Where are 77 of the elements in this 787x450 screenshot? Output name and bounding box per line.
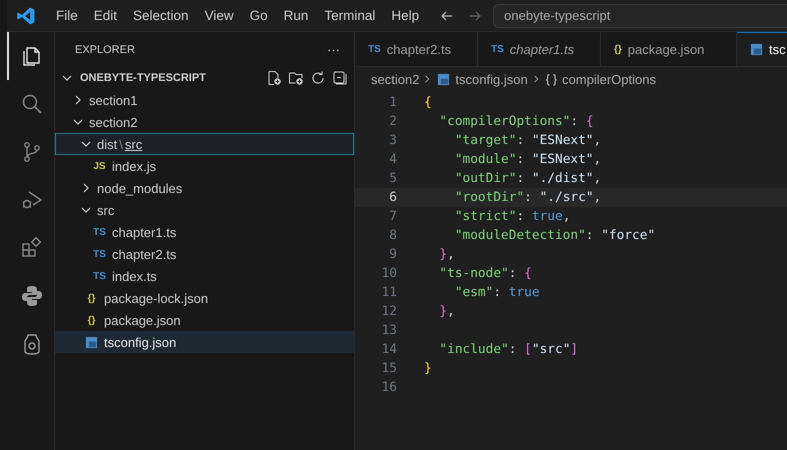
menu-item[interactable]: Go: [242, 8, 276, 23]
new-folder-icon[interactable]: [288, 70, 304, 86]
file-type-icon: TS: [93, 226, 106, 238]
menu-item[interactable]: Selection: [125, 8, 197, 23]
code-line: "rootDir": "./src",: [454, 190, 602, 205]
code-line: "compilerOptions": {: [438, 114, 594, 129]
editor-tab[interactable]: tsc: [737, 32, 787, 66]
editor-tab[interactable]: TS chapter1.ts: [478, 32, 601, 66]
panel-title: EXPLORER: [75, 44, 135, 56]
tree-item[interactable]: chapter1.ts: [112, 224, 176, 240]
code-line: "strict": true,: [454, 209, 570, 224]
code-line: },: [438, 247, 455, 262]
tree-item[interactable]: package-lock.json: [104, 290, 208, 306]
line-number: 15: [380, 361, 398, 376]
tree-item[interactable]: tsconfig.json: [104, 334, 176, 350]
menu-item[interactable]: Terminal: [316, 8, 384, 23]
file-type-icon: {}: [88, 314, 96, 326]
tree-item[interactable]: src: [97, 202, 114, 218]
tree-item[interactable]: chapter2.ts: [112, 246, 176, 262]
file-type-icon: JS: [93, 160, 106, 172]
menu-item[interactable]: File: [48, 8, 86, 23]
line-number: 10: [380, 266, 398, 281]
config-file-icon: [750, 43, 763, 56]
code-line: "target": "ESNext",: [454, 133, 602, 148]
tree-item[interactable]: node_modules: [97, 180, 182, 196]
tree-item[interactable]: section1: [89, 92, 138, 108]
breadcrumb-item[interactable]: section2: [371, 72, 420, 86]
file-type-icon: TS: [93, 270, 106, 282]
config-file-icon: [437, 72, 450, 86]
workspace-title[interactable]: ONEBYTE-TYPESCRIPT: [80, 72, 266, 84]
tree-item[interactable]: dist\src: [97, 136, 142, 152]
tree-item[interactable]: index.js: [112, 158, 156, 174]
code-line: "ts-node": {: [438, 266, 532, 281]
line-number: 7: [388, 209, 398, 224]
breadcrumb-item[interactable]: tsconfig.json: [455, 72, 528, 86]
code-line: "esm": true: [454, 285, 540, 300]
editor-tab[interactable]: TS chapter2.ts: [355, 32, 478, 66]
new-file-icon[interactable]: [266, 70, 282, 86]
line-number: 6: [388, 190, 398, 205]
chevron-icon: [532, 74, 541, 84]
line-number: 1: [388, 95, 398, 110]
line-number: 4: [388, 152, 398, 167]
code-line: "include": ["src"]: [438, 342, 578, 357]
line-number: 8: [388, 228, 398, 243]
object-icon: { }: [546, 72, 558, 86]
breadcrumb-item[interactable]: compilerOptions: [562, 72, 656, 86]
menu-item[interactable]: Help: [383, 8, 428, 23]
file-type-icon: TS: [93, 248, 106, 260]
line-number: 14: [380, 342, 398, 357]
code-line: {: [424, 95, 432, 110]
line-number: 12: [380, 304, 398, 319]
tree-item[interactable]: package.json: [104, 312, 181, 328]
command-center[interactable]: onebyte-typescript: [493, 4, 787, 28]
app-logo-icon: [16, 6, 36, 26]
line-number: 9: [388, 247, 398, 262]
python-icon[interactable]: [20, 284, 44, 308]
code-line: },: [438, 304, 455, 319]
code-line: "module": "ESNext",: [454, 152, 602, 167]
refresh-icon[interactable]: [310, 70, 326, 86]
menu-item[interactable]: Run: [276, 8, 316, 23]
line-number: 5: [388, 171, 398, 186]
file-type-icon: {}: [88, 292, 96, 304]
line-number: 3: [388, 133, 398, 148]
line-number: 13: [380, 323, 398, 338]
config-file-icon: [85, 336, 98, 348]
line-number: 16: [380, 380, 398, 395]
code-line: "outDir": "./dist",: [454, 171, 602, 186]
code-line: "moduleDetection": "force": [454, 228, 656, 243]
menu-item[interactable]: View: [196, 8, 242, 23]
more-actions-button[interactable]: ···: [327, 42, 340, 57]
tree-item[interactable]: section2: [89, 114, 138, 130]
tree-item[interactable]: index.ts: [112, 268, 157, 284]
collapse-all-icon[interactable]: [332, 70, 348, 86]
line-number: 2: [388, 114, 398, 129]
code-line: }: [424, 361, 432, 376]
line-number: 11: [380, 285, 398, 300]
menu-item[interactable]: Edit: [86, 8, 126, 23]
